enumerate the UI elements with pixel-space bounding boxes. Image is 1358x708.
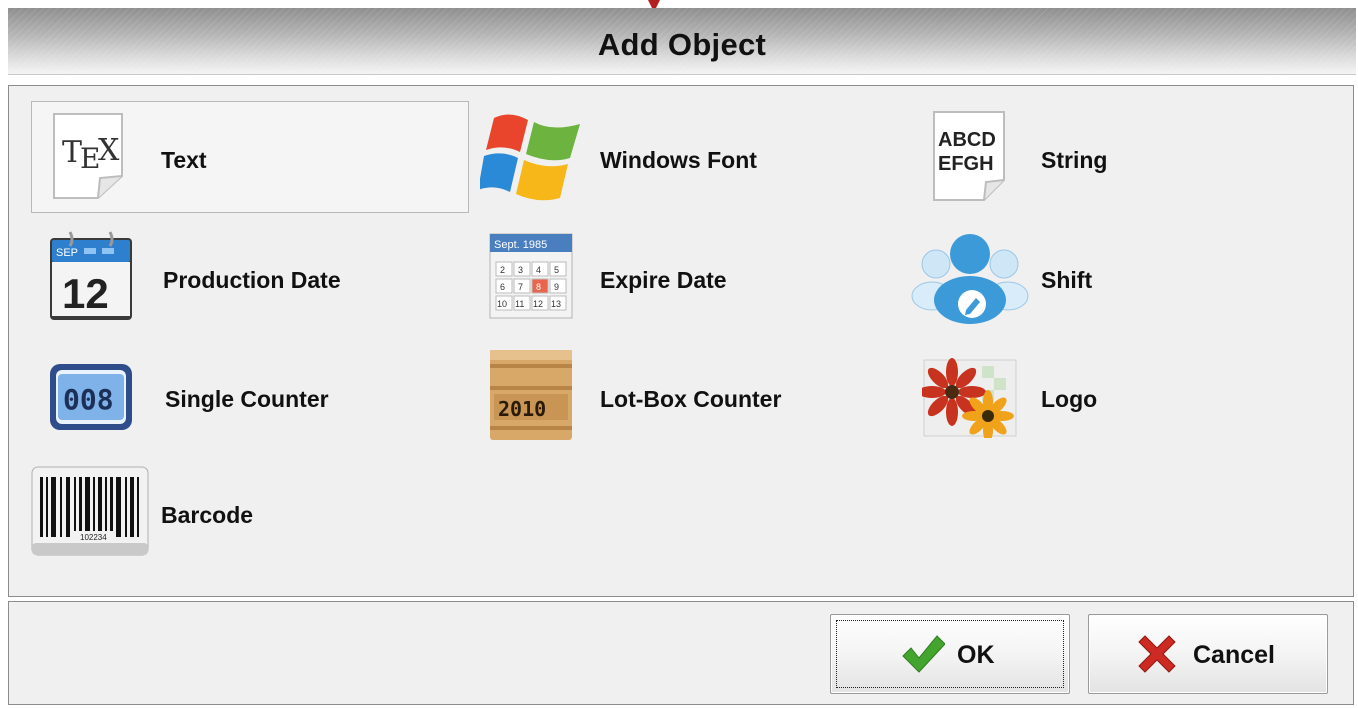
svg-text:10: 10 xyxy=(497,299,507,309)
svg-text:T: T xyxy=(62,135,82,170)
object-item-windows-font[interactable]: Windows Font xyxy=(471,101,909,213)
object-item-text[interactable]: T E X Text xyxy=(31,101,469,213)
object-label: Shift xyxy=(1041,267,1093,293)
svg-text:SEP: SEP xyxy=(56,247,78,259)
svg-text:9: 9 xyxy=(554,282,559,292)
checkmark-icon xyxy=(902,635,945,673)
add-object-dialog: Add Object T E X Text Windows Font ABCD … xyxy=(0,0,1358,708)
object-list-panel: T E X Text Windows Font ABCD EFGH String… xyxy=(8,85,1354,597)
counter-display-icon: 008 xyxy=(50,364,132,430)
object-item-barcode[interactable]: 102234 Barcode xyxy=(31,456,469,568)
flower-image-icon xyxy=(922,358,1017,438)
svg-text:ABCD: ABCD xyxy=(938,129,996,151)
barcode-icon: 102234 xyxy=(31,466,149,556)
svg-text:008: 008 xyxy=(63,383,114,416)
object-label: String xyxy=(1041,147,1108,173)
object-item-lot-box-counter[interactable]: 2010 Lot-Box Counter xyxy=(471,341,909,453)
svg-text:12: 12 xyxy=(533,299,543,309)
windows-logo-icon xyxy=(480,114,580,201)
ok-button[interactable]: OK xyxy=(830,614,1070,694)
svg-text:102234: 102234 xyxy=(80,533,107,542)
desk-calendar-icon: SEP 12 xyxy=(50,231,132,320)
dialog-title: Add Object xyxy=(597,27,767,62)
ok-label: OK xyxy=(957,641,995,669)
svg-text:12: 12 xyxy=(62,270,109,317)
object-label: Logo xyxy=(1041,386,1098,412)
svg-text:13: 13 xyxy=(551,299,561,309)
object-label: Text xyxy=(161,147,207,173)
object-label: Barcode xyxy=(161,502,254,528)
svg-text:11: 11 xyxy=(515,299,524,309)
button-bar: OK Cancel xyxy=(8,601,1354,705)
object-item-logo[interactable]: Logo xyxy=(907,341,1345,453)
title-bar: Add Object xyxy=(8,8,1356,75)
svg-text:2: 2 xyxy=(500,265,505,275)
tex-document-icon: T E X xyxy=(53,113,123,199)
svg-text:4: 4 xyxy=(536,265,541,275)
abcd-document-icon: ABCD EFGH xyxy=(933,111,1005,201)
object-label: Windows Font xyxy=(600,147,757,173)
svg-text:X: X xyxy=(98,133,120,168)
svg-text:Sept. 1985: Sept. 1985 xyxy=(494,239,547,251)
svg-text:2010: 2010 xyxy=(498,397,546,421)
cancel-button[interactable]: Cancel xyxy=(1088,614,1328,694)
svg-text:5: 5 xyxy=(554,265,559,275)
svg-text:6: 6 xyxy=(500,282,505,292)
svg-text:8: 8 xyxy=(536,282,541,292)
calendar-grid-icon: Sept. 1985 2 3 4 5 6 7 8 9 10 11 12 13 xyxy=(489,233,573,319)
wooden-box-icon: 2010 xyxy=(490,350,572,440)
svg-text:7: 7 xyxy=(518,282,523,292)
object-label: Expire Date xyxy=(600,267,727,293)
object-item-shift[interactable]: Shift xyxy=(907,221,1345,333)
object-label: Single Counter xyxy=(165,386,329,412)
svg-text:3: 3 xyxy=(518,265,523,275)
object-item-single-counter[interactable]: 008 Single Counter xyxy=(31,341,469,453)
cross-icon xyxy=(1138,635,1176,673)
users-group-icon xyxy=(911,234,1029,324)
object-item-string[interactable]: ABCD EFGH String xyxy=(907,101,1345,213)
cancel-label: Cancel xyxy=(1193,641,1275,669)
object-label: Production Date xyxy=(163,267,341,293)
object-item-production-date[interactable]: SEP 12 Production Date xyxy=(31,221,469,333)
object-item-expire-date[interactable]: Sept. 1985 2 3 4 5 6 7 8 9 10 11 12 13 E… xyxy=(471,221,909,333)
svg-text:EFGH: EFGH xyxy=(938,153,994,175)
object-label: Lot-Box Counter xyxy=(600,386,782,412)
